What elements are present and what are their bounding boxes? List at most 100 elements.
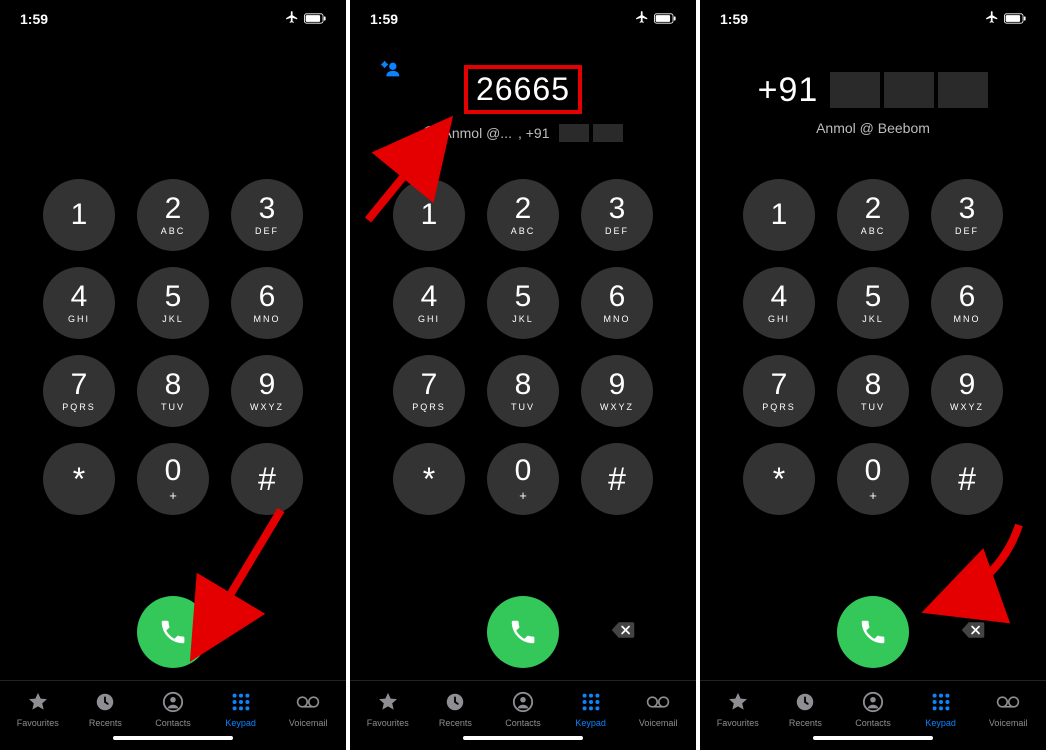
key-8[interactable]: 8TUV (487, 355, 559, 427)
key-letters: JKL (162, 314, 184, 324)
tab-label: Favourites (367, 718, 409, 728)
key-hash[interactable]: # (581, 443, 653, 515)
contacts-icon (861, 691, 885, 715)
key-digit: 0 (515, 456, 532, 486)
tab-recents[interactable]: Recents (72, 691, 140, 728)
key-8[interactable]: 8TUV (137, 355, 209, 427)
key-star[interactable]: * (43, 443, 115, 515)
tab-favourites[interactable]: Favourites (4, 691, 72, 728)
key-digit: # (608, 463, 626, 495)
key-digit: * (73, 463, 85, 495)
home-indicator[interactable] (0, 732, 346, 750)
key-letters: JKL (862, 314, 884, 324)
tab-favourites[interactable]: Favourites (704, 691, 772, 728)
key-letters: DEF (255, 226, 279, 236)
key-2[interactable]: 2ABC (487, 179, 559, 251)
key-letters: TUV (511, 402, 535, 412)
key-5[interactable]: 5JKL (837, 267, 909, 339)
key-6[interactable]: 6MNO (931, 267, 1003, 339)
key-digit: 9 (959, 370, 976, 400)
key-hash[interactable]: # (231, 443, 303, 515)
recents-icon (443, 691, 467, 715)
key-9[interactable]: 9WXYZ (231, 355, 303, 427)
key-digit: 7 (421, 370, 438, 400)
key-9[interactable]: 9WXYZ (931, 355, 1003, 427)
tab-contacts[interactable]: Contacts (139, 691, 207, 728)
call-button[interactable] (837, 596, 909, 668)
key-0[interactable]: 0+ (837, 443, 909, 515)
suggestion-tail: , +91 (518, 125, 550, 141)
key-1[interactable]: 1 (743, 179, 815, 251)
key-letters: DEF (605, 226, 629, 236)
battery-icon (654, 11, 676, 27)
key-7[interactable]: 7PQRS (743, 355, 815, 427)
tab-label: Contacts (155, 718, 191, 728)
key-5[interactable]: 5JKL (487, 267, 559, 339)
contact-suggestion[interactable]: Anmol @ Beebom (816, 120, 930, 136)
key-3[interactable]: 3 DEF (231, 179, 303, 251)
status-bar: 1:59 (0, 0, 346, 33)
key-digit: 7 (71, 370, 88, 400)
add-contact-icon[interactable] (380, 59, 402, 86)
status-bar: 1:59 (700, 0, 1046, 33)
tab-recents[interactable]: Recents (772, 691, 840, 728)
key-hash[interactable]: # (931, 443, 1003, 515)
backspace-button[interactable] (610, 620, 636, 645)
status-right (635, 10, 676, 27)
key-2[interactable]: 2ABC (837, 179, 909, 251)
key-4[interactable]: 4GHI (743, 267, 815, 339)
tab-label: Favourites (17, 718, 59, 728)
key-4[interactable]: 4GHI (393, 267, 465, 339)
contact-suggestion[interactable]: Anmol @..., +91 (423, 124, 624, 142)
tab-contacts[interactable]: Contacts (839, 691, 907, 728)
keypad: 1 2ABC 3DEF 4GHI 5JKL 6MNO 7PQRS 8TUV 9WXYZ * 0+ # (700, 173, 1046, 578)
key-3[interactable]: 3 DEF (581, 179, 653, 251)
tab-keypad[interactable]: Keypad (907, 691, 975, 728)
key-3[interactable]: 3DEF (931, 179, 1003, 251)
tab-keypad[interactable]: Keypad (557, 691, 625, 728)
key-digit: 4 (771, 282, 788, 312)
tab-voicemail[interactable]: Voicemail (974, 691, 1042, 728)
tab-contacts[interactable]: Contacts (489, 691, 557, 728)
key-letters: WXYZ (250, 402, 284, 412)
tab-label: Contacts (855, 718, 891, 728)
key-star[interactable]: * (393, 443, 465, 515)
key-digit: 1 (421, 200, 438, 230)
status-right (285, 10, 326, 27)
key-star[interactable]: * (743, 443, 815, 515)
tab-recents[interactable]: Recents (422, 691, 490, 728)
key-4[interactable]: 4GHI (43, 267, 115, 339)
airplane-icon (985, 10, 999, 27)
key-2[interactable]: 2ABC (137, 179, 209, 251)
key-8[interactable]: 8TUV (837, 355, 909, 427)
key-5[interactable]: 5JKL (137, 267, 209, 339)
call-button[interactable] (137, 596, 209, 668)
airplane-icon (635, 10, 649, 27)
key-digit: 3 (259, 194, 276, 224)
tab-favourites[interactable]: Favourites (354, 691, 422, 728)
tab-keypad[interactable]: Keypad (207, 691, 275, 728)
key-digit: 3 (609, 194, 626, 224)
backspace-button[interactable] (960, 620, 986, 645)
tab-voicemail[interactable]: Voicemail (274, 691, 342, 728)
key-0[interactable]: 0+ (137, 443, 209, 515)
key-7[interactable]: 7PQRS (393, 355, 465, 427)
key-digit: 2 (165, 194, 182, 224)
status-time: 1:59 (720, 11, 748, 27)
key-1[interactable]: 1 (43, 179, 115, 251)
call-button[interactable] (487, 596, 559, 668)
key-0[interactable]: 0+ (487, 443, 559, 515)
tab-label: Keypad (925, 718, 956, 728)
key-1[interactable]: 1 (393, 179, 465, 251)
key-9[interactable]: 9WXYZ (581, 355, 653, 427)
key-letters: PQRS (762, 402, 796, 412)
tab-bar: Favourites Recents Contacts KeypadVoicemail (0, 680, 346, 732)
key-digit: # (258, 463, 276, 495)
key-6[interactable]: 6MNO (231, 267, 303, 339)
key-7[interactable]: 7PQRS (43, 355, 115, 427)
tab-voicemail[interactable]: Voicemail (624, 691, 692, 728)
home-indicator[interactable] (350, 732, 696, 750)
keypad: 1 2ABC 3 DEF 4GHI 5JKL 6MNO 7PQRS 8TUV 9WXYZ * 0+ # (350, 173, 696, 578)
key-6[interactable]: 6MNO (581, 267, 653, 339)
home-indicator[interactable] (700, 732, 1046, 750)
